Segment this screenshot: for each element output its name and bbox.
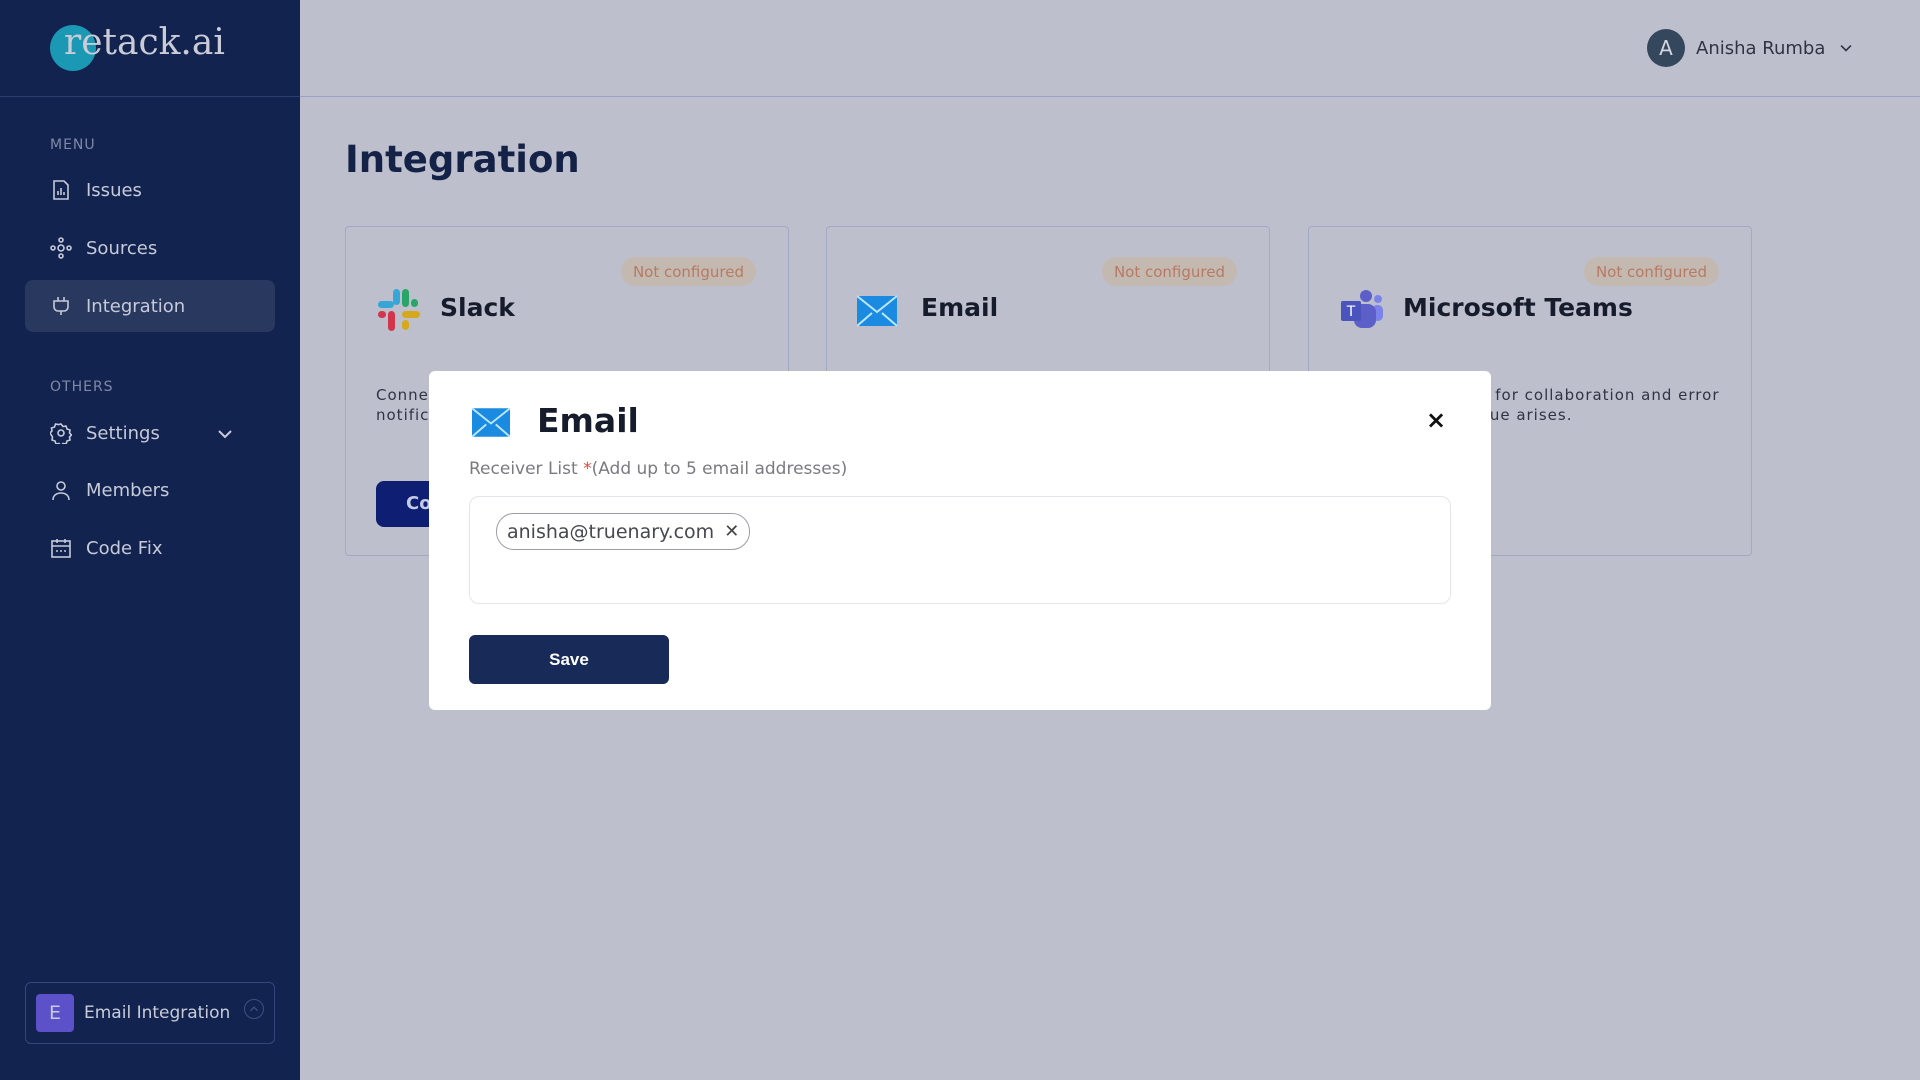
sidebar-item-settings[interactable]: Settings [25,407,275,459]
save-button[interactable]: Save [469,635,669,684]
page-title: Integration [345,138,580,181]
others-section-label: OTHERS [50,379,114,395]
menu-section-label: MENU [50,137,96,153]
close-button[interactable]: × [1426,406,1446,434]
card-title: Microsoft Teams [1403,293,1633,322]
sidebar-item-issues[interactable]: Issues [25,164,275,216]
nodes-icon [50,237,72,259]
user-icon [52,481,70,501]
chevron-down-icon[interactable] [214,423,236,445]
header-divider [300,96,1920,97]
sidebar-item-label: Members [86,479,170,501]
teams-icon: T [1341,290,1383,328]
slack-icon [378,289,420,331]
card-description: Conne notific [376,386,430,424]
sidebar-item-code-fix[interactable]: Code Fix [25,522,275,574]
calendar-icon [51,539,71,558]
chevron-up-icon[interactable] [244,999,264,1019]
sidebar-item-label: Sources [86,237,158,259]
chart-document-icon [53,180,69,200]
card-description: n for collaboration and error sue arises. [1479,386,1720,424]
sidebar-item-sources[interactable]: Sources [25,222,275,274]
workspace-name: Email Integration [84,1003,231,1023]
status-badge: Not configured [1101,257,1237,286]
receiver-list-input[interactable]: anisha@truenary.com ✕ [469,496,1451,604]
workspace-avatar: E [36,994,74,1032]
sidebar-item-integration[interactable]: Integration [25,280,275,332]
email-chip: anisha@truenary.com ✕ [496,513,751,550]
status-badge: Not configured [1583,257,1719,286]
email-icon [857,295,897,327]
sidebar-divider [0,96,300,97]
workspace-switcher[interactable]: E Email Integration [25,982,275,1044]
remove-email-icon[interactable]: ✕ [724,521,739,542]
svg-text:T: T [1346,304,1356,320]
gear-icon [50,423,72,444]
email-chip-text: anisha@truenary.com [507,520,715,543]
user-menu[interactable]: A Anisha Rumba [1647,29,1855,67]
sidebar-item-label: Code Fix [86,537,163,559]
sidebar-item-members[interactable]: Members [25,464,275,516]
modal-title: Email [537,401,639,440]
receiver-list-label: Receiver List *(Add up to 5 email addres… [469,459,848,479]
card-title: Email [921,293,999,322]
avatar: A [1647,29,1685,67]
card-title: Slack [440,293,515,322]
sidebar-item-label: Issues [86,179,142,201]
sidebar: retack.ai MENU Issues Sources Integratio… [0,0,300,1080]
email-config-modal: Email × Receiver List *(Add up to 5 emai… [429,371,1491,710]
user-name: Anisha Rumba [1696,37,1826,59]
sidebar-item-label: Integration [86,295,186,317]
logo[interactable]: retack.ai [64,22,225,63]
sidebar-item-label: Settings [86,422,160,444]
status-badge: Not configured [620,257,756,286]
email-icon [472,408,510,437]
chevron-down-icon [1840,44,1852,52]
plug-icon [53,297,69,315]
